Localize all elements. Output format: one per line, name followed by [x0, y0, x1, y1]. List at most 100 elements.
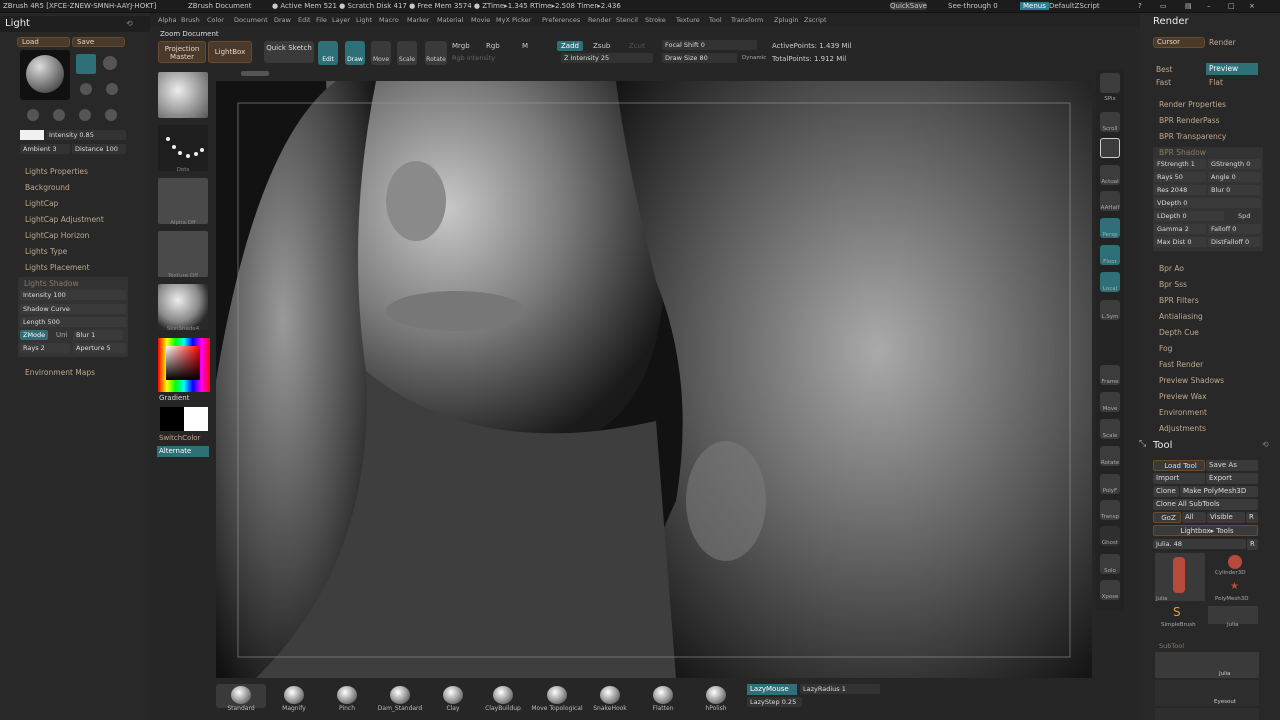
draw-button[interactable]: Draw	[345, 41, 365, 65]
minimize-icon[interactable]: –	[1207, 2, 1211, 10]
lightcap-item[interactable]: LightCap	[25, 199, 58, 208]
menu-texture[interactable]: Texture	[676, 16, 700, 24]
polymesh3d-icon[interactable]: ★	[1230, 581, 1239, 592]
rotate-button[interactable]: Rotate	[425, 41, 447, 65]
menu-tool[interactable]: Tool	[709, 16, 722, 24]
import-button[interactable]: Import	[1153, 473, 1205, 484]
brush-snakehook-icon[interactable]	[600, 686, 620, 704]
help-icon[interactable]: ?	[1138, 2, 1142, 10]
environment-maps-item[interactable]: Environment Maps	[25, 368, 95, 377]
menu-movie[interactable]: Movie	[471, 16, 490, 24]
color-picker[interactable]	[158, 338, 210, 392]
light-bulb-8-icon[interactable]	[105, 109, 117, 121]
export-button[interactable]: Export	[1206, 473, 1258, 484]
close-icon[interactable]: ×	[1249, 2, 1255, 10]
render-palette-title[interactable]: Render	[1153, 16, 1189, 27]
light-bulb-2-icon[interactable]	[103, 56, 117, 70]
ldepth-slider[interactable]: LDepth 0	[1154, 211, 1224, 221]
lazymouse-toggle[interactable]: LazyMouse	[747, 684, 797, 695]
environment-item[interactable]: Environment	[1159, 408, 1207, 417]
m-button[interactable]: M	[522, 42, 528, 50]
render-fast-button[interactable]: Fast	[1156, 78, 1171, 87]
menu-layer[interactable]: Layer	[332, 16, 350, 24]
menu-document[interactable]: Document	[234, 16, 268, 24]
lights-shadow-title[interactable]: Lights Shadow	[24, 279, 79, 288]
layout-icon[interactable]: ▭	[1160, 2, 1167, 10]
goz-visible-button[interactable]: Visible	[1207, 512, 1245, 523]
stroke-swatch[interactable]	[158, 125, 208, 171]
simplebrush-icon[interactable]: S	[1173, 605, 1181, 619]
shadow-intensity-slider[interactable]: Intensity 100	[20, 290, 126, 300]
quick-sketch-button[interactable]: Quick Sketch	[264, 41, 314, 63]
subtool-row-3[interactable]	[1155, 708, 1259, 720]
menu-stencil[interactable]: Stencil	[616, 16, 638, 24]
depth-cue-item[interactable]: Depth Cue	[1159, 328, 1199, 337]
tool-r-button[interactable]: R	[1247, 539, 1258, 550]
alpha-swatch[interactable]	[158, 178, 208, 224]
light-bulb-3-icon[interactable]	[80, 83, 92, 95]
dock-icon[interactable]: ▤	[1185, 2, 1192, 10]
light-bulb-7-icon[interactable]	[79, 109, 91, 121]
vdepth-slider[interactable]: VDepth 0	[1154, 198, 1261, 208]
zcut-button[interactable]: Zcut	[629, 42, 645, 50]
cylinder3d-icon[interactable]	[1228, 555, 1242, 569]
render-cursor-button[interactable]: Cursor	[1153, 37, 1205, 48]
lightcap-horizon-item[interactable]: LightCap Horizon	[25, 231, 89, 240]
default-zscript[interactable]: DefaultZScript	[1049, 2, 1100, 10]
bpr-sss-item[interactable]: Bpr Sss	[1159, 280, 1187, 289]
brush-swatch[interactable]	[158, 72, 208, 118]
focal-shift-slider[interactable]: Focal Shift 0	[662, 40, 757, 50]
bpr-filters-item[interactable]: BPR Filters	[1159, 296, 1199, 305]
fast-render-item[interactable]: Fast Render	[1159, 360, 1203, 369]
menu-render[interactable]: Render	[588, 16, 611, 24]
menu-brush[interactable]: Brush	[181, 16, 200, 24]
render-properties-item[interactable]: Render Properties	[1159, 100, 1226, 109]
lights-properties-item[interactable]: Lights Properties	[25, 167, 88, 176]
shadow-length-slider[interactable]: Length 500	[20, 317, 126, 327]
distfalloff-slider[interactable]: DistFalloff 0	[1208, 237, 1261, 247]
main-color-swatch[interactable]	[184, 407, 208, 431]
lights-type-item[interactable]: Lights Type	[25, 247, 67, 256]
light-ambient-slider[interactable]: Ambient 3	[20, 144, 70, 154]
subtool-title[interactable]: SubTool	[1159, 642, 1184, 650]
gamma-slider[interactable]: Gamma 2	[1154, 224, 1206, 234]
fstrength-slider[interactable]: FStrength 1	[1154, 159, 1206, 169]
save-as-button[interactable]: Save As	[1206, 460, 1258, 471]
bpr-button[interactable]	[1100, 73, 1120, 93]
light-distance-slider[interactable]: Distance 100	[72, 144, 126, 154]
spd-toggle[interactable]: Spd	[1238, 212, 1250, 220]
light-bulb-4-icon[interactable]	[106, 83, 118, 95]
current-tool-slider[interactable]: Julia. 48	[1153, 539, 1246, 549]
menu-myx-picker[interactable]: MyX Picker	[496, 16, 531, 24]
light-load-button[interactable]: Load	[17, 37, 70, 47]
gstrength-slider[interactable]: GStrength 0	[1208, 159, 1261, 169]
lights-placement-item[interactable]: Lights Placement	[25, 263, 90, 272]
shadow-blur-slider[interactable]: Blur 1	[73, 330, 123, 340]
bpr-shadow-title[interactable]: BPR Shadow	[1159, 148, 1206, 157]
menu-macro[interactable]: Macro	[379, 16, 399, 24]
shadow-curve-button[interactable]: Shadow Curve	[20, 304, 126, 314]
lightcap-adjustment-item[interactable]: LightCap Adjustment	[25, 215, 104, 224]
gradient-label[interactable]: Gradient	[159, 394, 189, 402]
tool-thumb-julia[interactable]	[1155, 553, 1205, 601]
zmode-toggle[interactable]: ZMode	[20, 330, 48, 340]
light-sphere-preview[interactable]	[20, 50, 70, 100]
menu-marker[interactable]: Marker	[407, 16, 429, 24]
menu-material[interactable]: Material	[437, 16, 463, 24]
subtool-row-eyesout[interactable]: Eyesout	[1155, 680, 1259, 706]
brush-dam-standard-icon[interactable]	[390, 686, 410, 704]
render-best-button[interactable]: Best	[1156, 65, 1173, 74]
brush-hpolish-icon[interactable]	[706, 686, 726, 704]
menus-toggle[interactable]: Menus	[1020, 2, 1049, 10]
brush-claybuildup-icon[interactable]	[493, 686, 513, 704]
zsub-button[interactable]: Zsub	[593, 42, 610, 50]
menu-zplugin[interactable]: Zplugin	[774, 16, 799, 24]
switchcolor-button[interactable]: SwitchColor	[159, 434, 200, 442]
light-bulb-1-icon[interactable]	[76, 54, 96, 74]
shadow-rays-slider[interactable]: Rays 2	[20, 343, 70, 353]
clone-button[interactable]: Clone	[1153, 486, 1179, 497]
shadow-angle-slider[interactable]: Angle 0	[1208, 172, 1261, 182]
shadow-res-slider[interactable]: Res 2048	[1154, 185, 1206, 195]
zadd-button[interactable]: Zadd	[557, 41, 583, 51]
tool-palette-title[interactable]: Tool	[1153, 440, 1172, 451]
